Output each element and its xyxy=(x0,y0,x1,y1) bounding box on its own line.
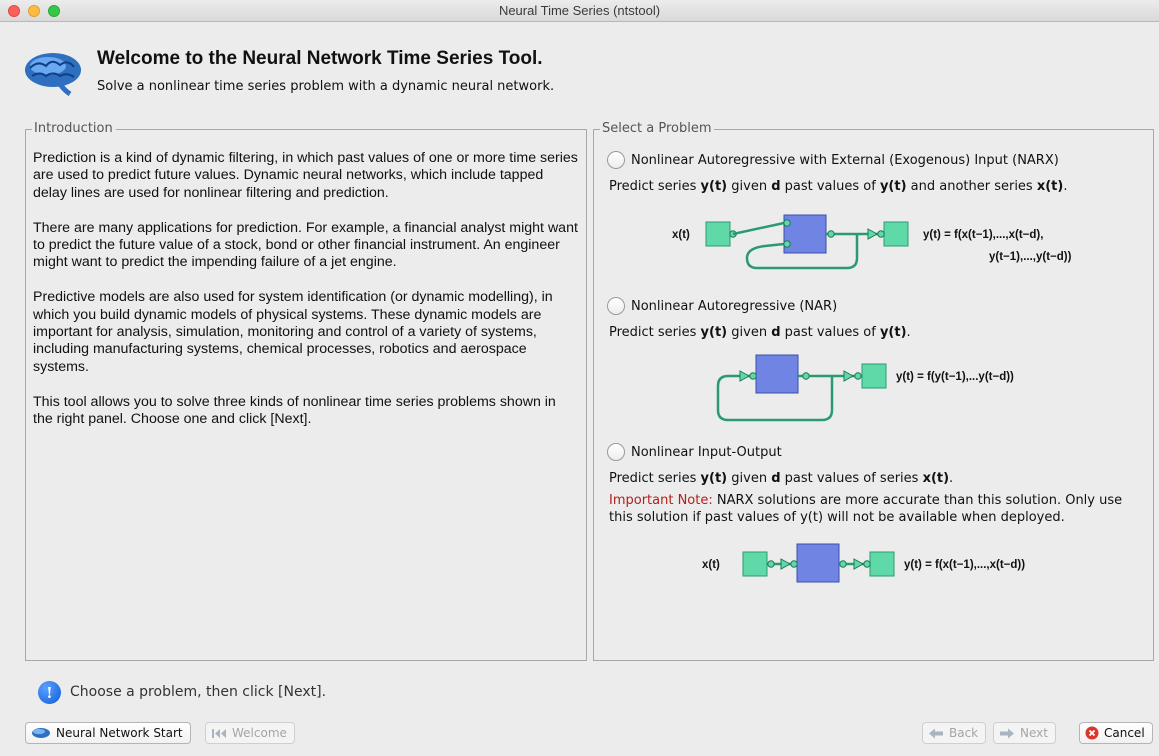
introduction-panel: Introduction Prediction is a kind of dyn… xyxy=(25,121,587,661)
nar-label: Nonlinear Autoregressive (NAR) xyxy=(631,298,838,314)
window-title: Neural Time Series (ntstool) xyxy=(498,3,661,18)
window-titlebar: Neural Time Series (ntstool) xyxy=(0,0,1159,22)
next-arrow-icon xyxy=(999,728,1015,739)
intro-paragraph: This tool allows you to solve three kind… xyxy=(33,393,556,428)
io-equation: y(t) = f(x(t−1),...,x(t−d)) xyxy=(904,559,1025,571)
narx-equation-line2: y(t−1),...,y(t−d)) xyxy=(989,251,1072,263)
intro-paragraph: There are many applications for predicti… xyxy=(33,219,578,271)
status-message: Choose a problem, then click [Next]. xyxy=(70,684,327,700)
nar-equation: y(t) = f(y(t−1),...y(t−d)) xyxy=(896,371,1014,383)
io-radio[interactable] xyxy=(607,443,625,461)
introduction-title: Introduction xyxy=(32,121,116,136)
narx-diagram: x(t) y(t) = f(x(t−1),...,x(t−d), y(t−1),… xyxy=(672,214,1072,270)
select-problem-title: Select a Problem xyxy=(600,121,715,136)
narx-equation-line1: y(t) = f(x(t−1),...,x(t−d), xyxy=(923,229,1043,241)
neural-network-start-button[interactable]: Neural Network Start xyxy=(25,722,191,744)
page-subtitle: Solve a nonlinear time series problem wi… xyxy=(97,79,555,94)
welcome-button[interactable]: Welcome xyxy=(205,722,295,744)
narx-label: Nonlinear Autoregressive with External (… xyxy=(631,152,1059,168)
nar-option[interactable]: Nonlinear Autoregressive (NAR) xyxy=(607,297,837,315)
io-input-label: x(t) xyxy=(702,559,720,571)
intro-paragraph: Predictive models are also used for syst… xyxy=(33,289,553,375)
io-note: Important Note: NARX solutions are more … xyxy=(609,493,1123,525)
important-note-label: Important Note: xyxy=(609,493,713,508)
select-problem-panel: Select a Problem Nonlinear Autoregressiv… xyxy=(593,121,1154,661)
intro-paragraph: Prediction is a kind of dynamic filterin… xyxy=(33,150,578,201)
first-page-icon xyxy=(211,728,227,739)
io-diagram: x(t) y(t) = f(x(t−1),...,x(t−d)) xyxy=(702,543,1025,583)
next-button[interactable]: Next xyxy=(993,722,1056,744)
page-title: Welcome to the Neural Network Time Serie… xyxy=(97,48,543,69)
info-icon: ! xyxy=(38,681,61,704)
io-option[interactable]: Nonlinear Input-Output xyxy=(607,443,782,461)
nar-description: Predict series y(t) given d past values … xyxy=(609,325,911,340)
back-button[interactable]: Back xyxy=(922,722,987,744)
nar-diagram: y(t) = f(y(t−1),...y(t−d)) xyxy=(716,354,1014,422)
narx-description: Predict series y(t) given d past values … xyxy=(609,179,1068,194)
narx-radio[interactable] xyxy=(607,151,625,169)
narx-input-label: x(t) xyxy=(672,229,690,241)
introduction-text: Prediction is a kind of dynamic filterin… xyxy=(33,150,578,446)
io-description: Predict series y(t) given d past values … xyxy=(609,471,954,486)
cancel-icon xyxy=(1085,726,1099,740)
narx-option[interactable]: Nonlinear Autoregressive with External (… xyxy=(607,151,1059,169)
brain-icon xyxy=(25,53,81,96)
io-label: Nonlinear Input-Output xyxy=(631,444,782,460)
back-arrow-icon xyxy=(928,728,944,739)
cancel-button[interactable]: Cancel xyxy=(1079,722,1153,744)
nar-radio[interactable] xyxy=(607,297,625,315)
brain-small-icon xyxy=(31,727,51,739)
